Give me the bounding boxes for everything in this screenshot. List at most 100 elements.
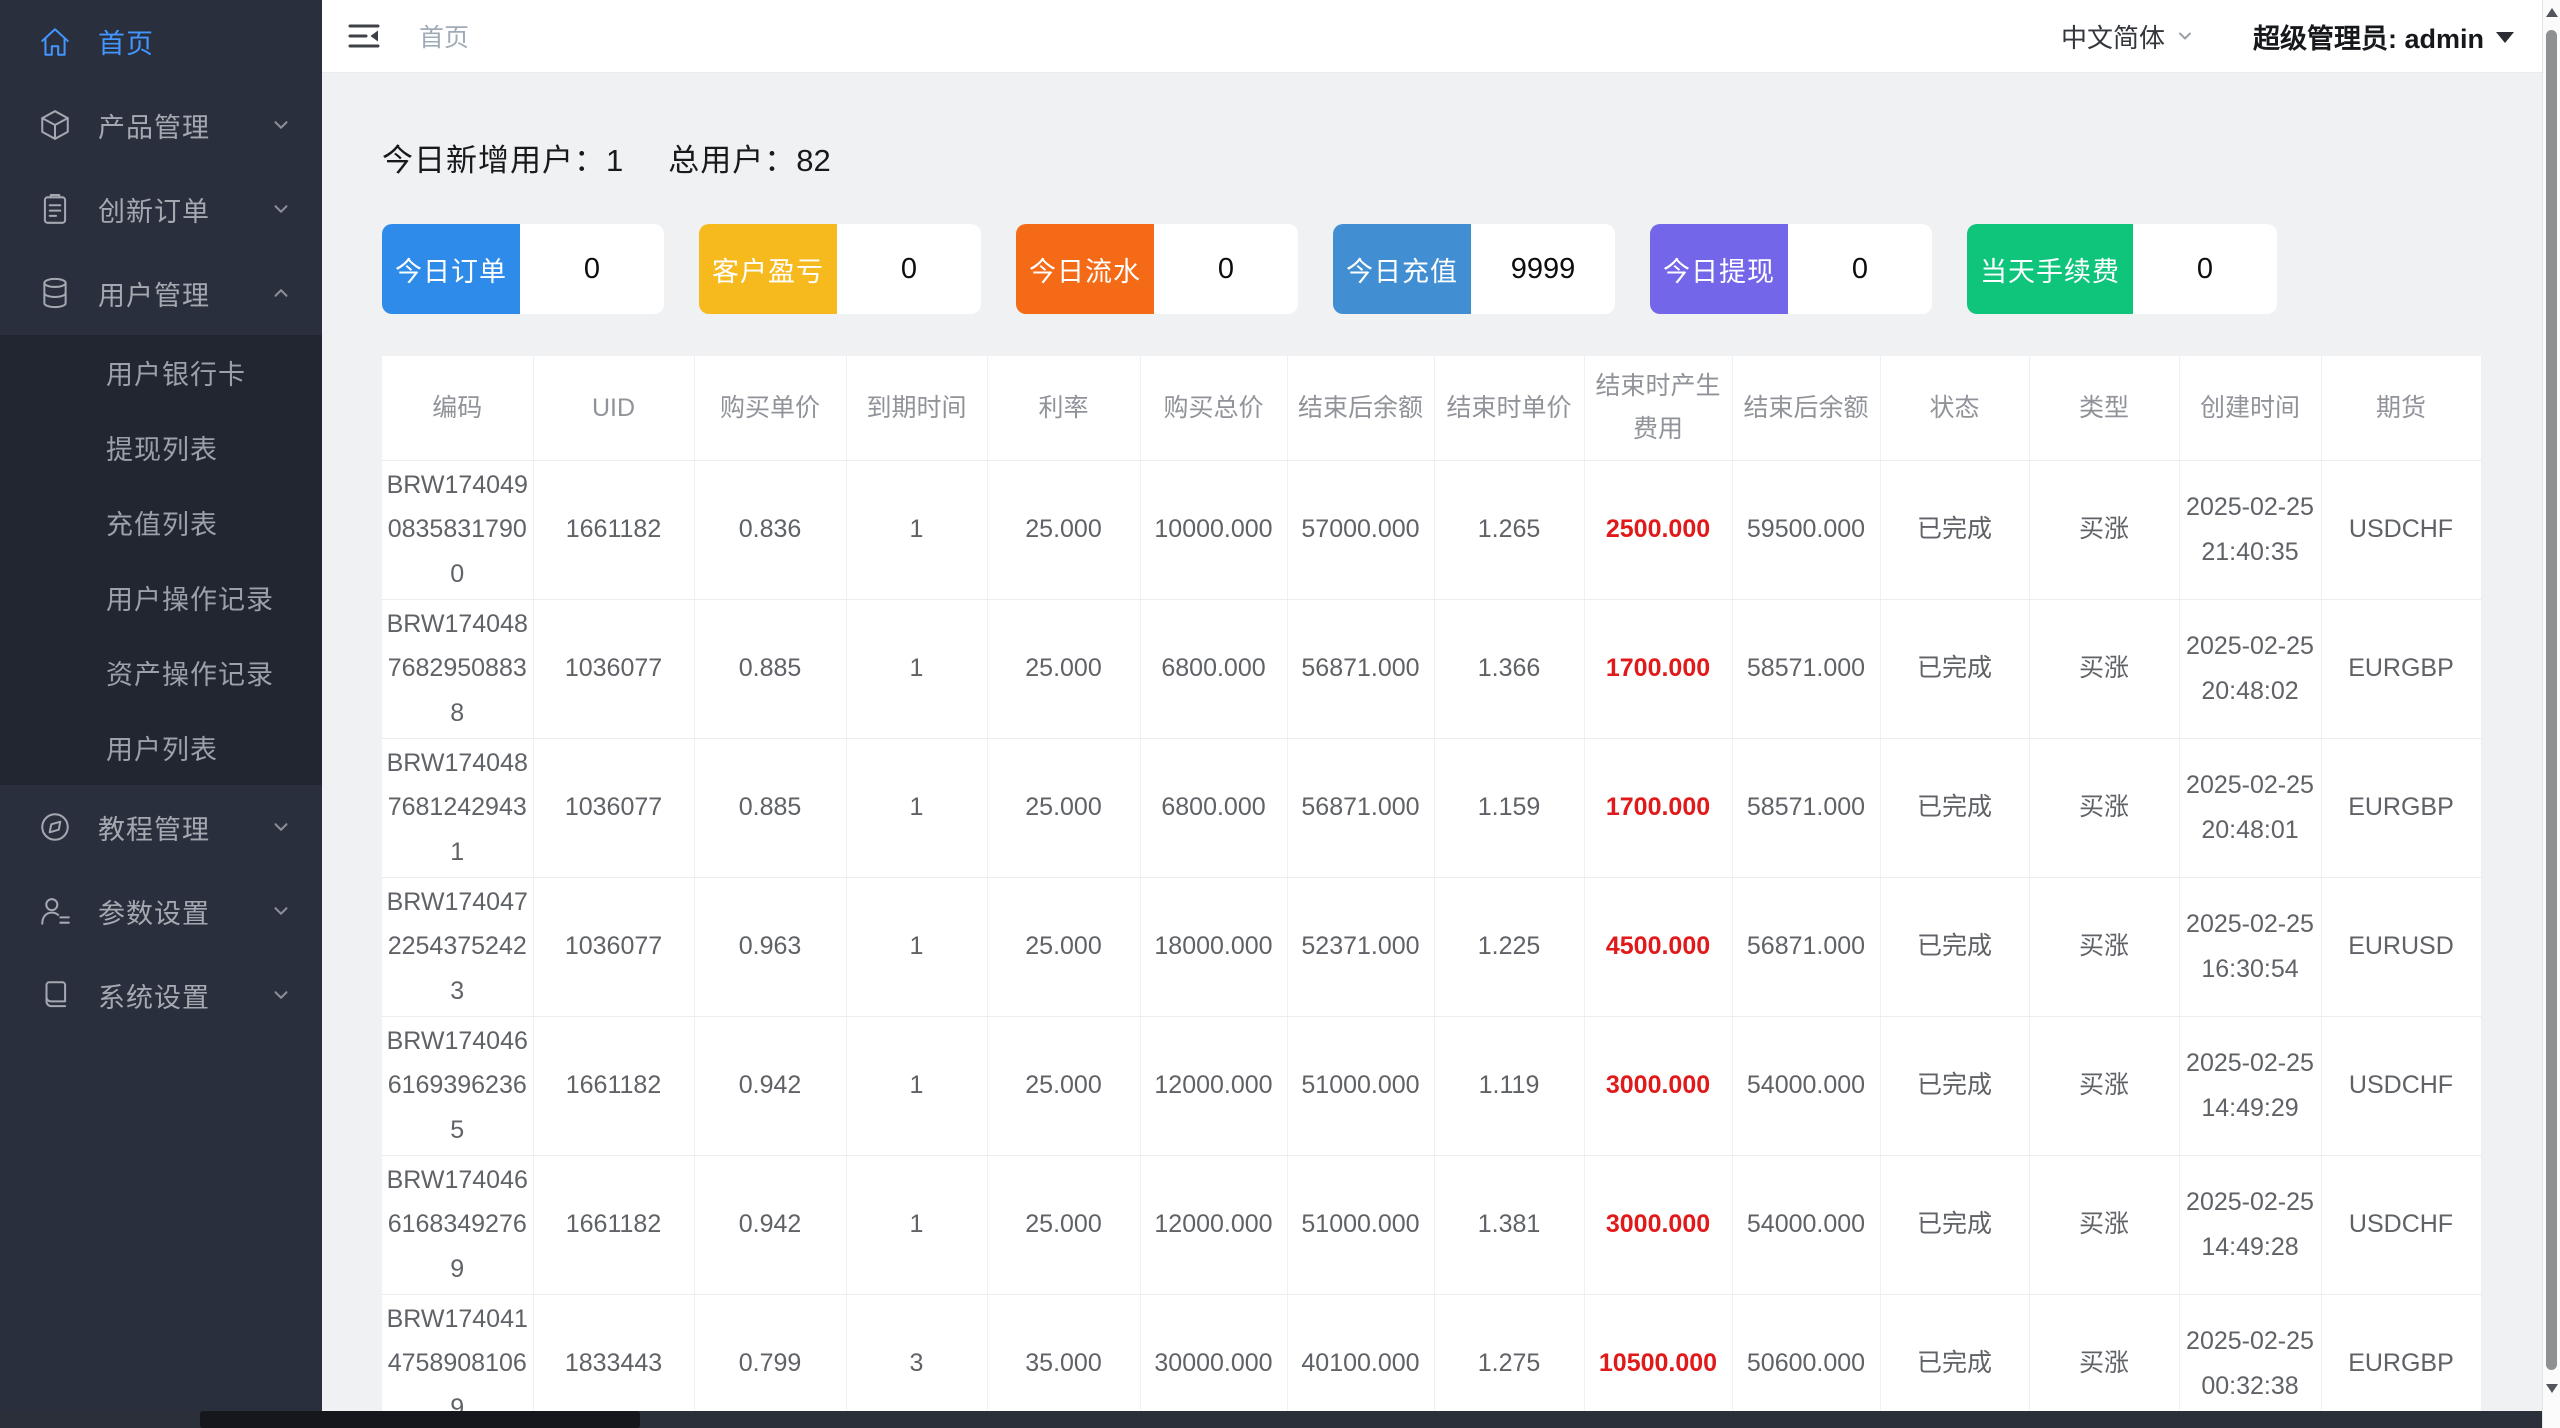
table-cell: BRW174048 7682950883 8 [382,599,534,739]
table-cell: 4500.000 [1584,877,1733,1017]
vertical-scrollbar-thumb[interactable] [2546,30,2557,1370]
user-menu[interactable]: 超级管理员: admin [2253,17,2514,56]
sidebar-item-3[interactable]: 用户管理 [0,251,322,335]
stat-card-4: 今日提现 0 [1650,224,1932,314]
table-cell: 1036077 [533,738,695,878]
table-cell: 6800.000 [1140,738,1288,878]
stat-card-2: 今日流水 0 [1016,224,1298,314]
horizontal-scrollbar-thumb[interactable] [200,1411,640,1428]
table-cell: 买涨 [2029,599,2180,739]
table-cell: 56871.000 [1287,599,1435,739]
sidebar-item-0[interactable]: 首页 [0,0,322,83]
stat-card-label: 今日订单 [382,224,520,314]
column-header: 结束时单价 [1434,356,1585,461]
sidebar-item-label: 用户管理 [98,280,210,311]
breadcrumb[interactable]: 首页 [419,18,469,54]
stat-card-label: 今日充值 [1333,224,1471,314]
table-cell: 0.942 [694,1155,847,1295]
table-cell: 1.275 [1434,1294,1585,1428]
table-cell: 1036077 [533,599,695,739]
table-cell: 1 [846,738,988,878]
table-cell: 已完成 [1880,1016,2030,1156]
language-label: 中文简体 [2060,22,2165,53]
table-cell: 1 [846,460,988,600]
stat-cards: 今日订单 0 客户盈亏 0 今日流水 0 今日充值 9999 今日提现 0 当天手续费 0 [382,224,2560,314]
chevron-down-icon [274,991,288,999]
stat-card-value: 0 [837,224,981,314]
column-header: 状态 [1880,356,2030,461]
sidebar-subitem[interactable]: 用户列表 [0,710,322,785]
database-icon [38,276,72,310]
table-cell: 25.000 [987,738,1141,878]
table-cell: 1.225 [1434,877,1585,1017]
table-cell: 1661182 [533,460,695,600]
scroll-up-arrow-icon[interactable] [2546,8,2558,17]
table-row: BRW174046 6169396236 5 1661182 0.942 1 25.000 1… [382,1016,2482,1156]
table-cell: 2500.000 [1584,460,1733,600]
sidebar-item-6[interactable]: 系统设置 [0,953,322,1037]
sidebar-subitem[interactable]: 用户银行卡 [0,335,322,410]
column-header: 创建时间 [2179,356,2322,461]
content: 今日新增用户：1 总用户：82 今日订单 0 客户盈亏 0 今日流水 0 今日充值 9999 今日… [322,73,2560,1428]
table-cell: 买涨 [2029,460,2180,600]
table-cell: 买涨 [2029,1294,2180,1428]
column-header: 结束后余额 [1287,356,1435,461]
table-cell: 51000.000 [1287,1016,1435,1156]
table-cell: 25.000 [987,1016,1141,1156]
table-cell: 6800.000 [1140,599,1288,739]
sidebar-subitem[interactable]: 提现列表 [0,410,322,485]
column-header: UID [533,356,695,461]
book-icon [38,978,72,1012]
sidebar-item-5[interactable]: 参数设置 [0,869,322,953]
table-cell: 1 [846,1155,988,1295]
vertical-scrollbar[interactable] [2542,0,2560,1428]
total-users-value: 82 [796,143,831,178]
table-row: BRW174048 7682950883 8 1036077 0.885 1 25.000 6… [382,599,2482,739]
collapse-menu-icon[interactable] [347,22,381,50]
table-cell: 已完成 [1880,599,2030,739]
sidebar-subitem[interactable]: 充值列表 [0,485,322,560]
table-cell: 12000.000 [1140,1155,1288,1295]
column-header: 编码 [382,356,534,461]
table-cell: BRW174046 6168349276 9 [382,1155,534,1295]
table-cell: 54000.000 [1732,1016,1881,1156]
table-cell: BRW174046 6169396236 5 [382,1016,534,1156]
user-label: 超级管理员: admin [2252,23,2484,54]
table-cell: 1 [846,877,988,1017]
table-header-row: 编码 UID 购买单价 到期时间 利率 购买总价 结束后余额 结束时单价 结束时产生费用 结束后余… [382,356,2482,461]
table-cell: USDCHF [2321,460,2482,600]
main-panel: 首页 中文简体 超级管理员: admin 今日新增用户：1 总用户：82 今日订单… [322,0,2560,1428]
table-cell: BRW174041 4758908106 9 [382,1294,534,1428]
sidebar-subitem[interactable]: 资产操作记录 [0,635,322,710]
table-cell: 30000.000 [1140,1294,1288,1428]
table-cell: 已完成 [1880,460,2030,600]
sidebar-item-label: 教程管理 [98,814,210,845]
table-cell: 1.119 [1434,1016,1585,1156]
column-header: 利率 [987,356,1141,461]
home-icon [38,25,72,59]
table-cell: 40100.000 [1287,1294,1435,1428]
column-header: 到期时间 [846,356,988,461]
table-row: BRW174047 2254375242 3 1036077 0.963 1 25.000 1… [382,877,2482,1017]
stat-card-label: 今日提现 [1650,224,1788,314]
sidebar-item-4[interactable]: 教程管理 [0,785,322,869]
scroll-down-arrow-icon[interactable] [2546,1384,2558,1393]
table-cell: 3000.000 [1584,1016,1733,1156]
box-icon [38,108,72,142]
table-cell: 2025-02-25 16:30:54 [2179,877,2322,1017]
stat-card-value: 0 [2133,224,2277,314]
language-selector[interactable]: 中文简体 [2061,18,2195,55]
stat-card-value: 0 [520,224,664,314]
table-cell: EURGBP [2321,599,2482,739]
table-cell: 58571.000 [1732,599,1881,739]
table-body: BRW174049 0835831790 0 1661182 0.836 1 25.000 1… [382,460,2482,1428]
table-cell: 2025-02-25 14:49:28 [2179,1155,2322,1295]
horizontal-scrollbar[interactable] [0,1411,2542,1428]
sidebar-subitem[interactable]: 用户操作记录 [0,560,322,635]
table-cell: 10500.000 [1584,1294,1733,1428]
table-cell: 25.000 [987,599,1141,739]
sidebar-item-2[interactable]: 创新订单 [0,167,322,251]
chevron-down-icon [274,205,288,213]
sidebar: 首页 产品管理 创新订单用户管理用户银行卡 提现列表 充值列表 用户操作记录 资产操作记录用… [0,0,322,1428]
sidebar-item-1[interactable]: 产品管理 [0,83,322,167]
